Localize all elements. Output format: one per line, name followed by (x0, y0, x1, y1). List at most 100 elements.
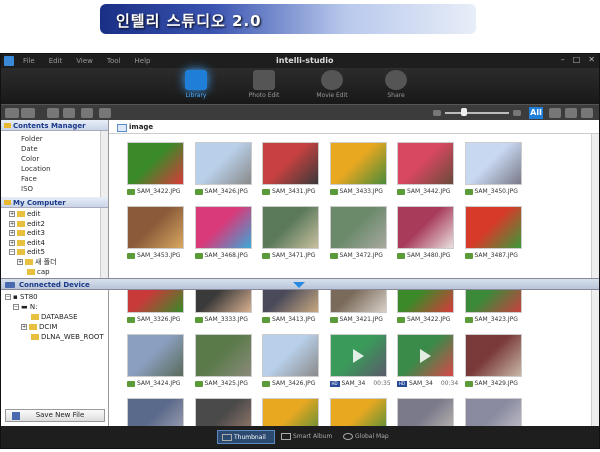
thumbnail-item[interactable] (121, 398, 189, 426)
tree-item[interactable]: − edit5 (9, 248, 108, 258)
thumbnail-item[interactable]: SAM_3468.JPG (189, 206, 257, 270)
photo-thumbnail[interactable] (329, 142, 387, 185)
tree-item[interactable]: − ▬ N: (5, 302, 108, 312)
cm-item-iso[interactable]: ISO (21, 184, 108, 194)
forward-icon[interactable] (21, 108, 35, 118)
mail-icon[interactable] (81, 108, 93, 118)
photo-thumbnail[interactable] (464, 398, 522, 426)
photo-thumbnail[interactable] (262, 334, 319, 377)
mode-photo-edit[interactable]: Photo Edit (241, 70, 287, 104)
save-new-file-button[interactable]: Save New File (5, 409, 105, 422)
thumbnail-item[interactable]: SAM_3429.JPG (459, 334, 527, 398)
collapse-icon[interactable]: − (9, 249, 15, 256)
scrollbar[interactable] (100, 131, 108, 197)
thumbnail-item[interactable]: HD SAM_34 00:34 (391, 334, 459, 398)
video-thumbnail[interactable] (329, 334, 387, 377)
cm-item-face[interactable]: Face (21, 174, 108, 184)
tree-item[interactable]: + 새 폴더 (9, 258, 108, 268)
menu-help[interactable]: Help (135, 57, 151, 65)
mode-library[interactable]: Library (173, 70, 219, 104)
mode-share[interactable]: Share (373, 70, 419, 104)
thumbnail-item[interactable] (391, 398, 459, 426)
thumbnail-item[interactable]: SAM_3472.JPG (324, 206, 392, 270)
photo-thumbnail[interactable] (127, 206, 184, 249)
contents-manager-header[interactable]: Contents Manager (1, 120, 108, 131)
thumbnail-item[interactable]: SAM_3450.JPG (459, 142, 527, 206)
filter-audio-icon[interactable] (581, 108, 593, 118)
person-icon[interactable] (99, 108, 111, 118)
play-icon[interactable] (352, 349, 364, 363)
thumbnail-item[interactable]: SAM_3487.JPG (459, 206, 527, 270)
photo-thumbnail[interactable] (464, 206, 522, 249)
photo-thumbnail[interactable] (194, 398, 252, 426)
photo-thumbnail[interactable] (397, 398, 454, 426)
photo-thumbnail[interactable] (194, 290, 252, 313)
photo-thumbnail[interactable] (464, 142, 522, 185)
thumbnail-item[interactable]: SAM_3453.JPG (121, 206, 189, 270)
photo-thumbnail[interactable] (127, 142, 184, 185)
thumbnail-item[interactable] (324, 398, 392, 426)
thumbnail-item[interactable]: SAM_3480.JPG (391, 206, 459, 270)
tab-smart-album[interactable]: Smart Album (277, 430, 337, 444)
photo-thumbnail[interactable] (194, 206, 252, 249)
zoom-slider-handle[interactable] (461, 108, 467, 116)
minimize-icon[interactable]: – (561, 55, 565, 64)
photo-thumbnail[interactable] (397, 290, 454, 313)
thumbnail-item[interactable]: SAM_3422.JPG (391, 290, 459, 334)
photo-thumbnail[interactable] (397, 206, 454, 249)
photo-thumbnail[interactable] (194, 334, 252, 377)
expand-icon[interactable]: + (9, 220, 15, 227)
mode-movie-edit[interactable]: Movie Edit (309, 70, 355, 104)
expand-icon[interactable]: + (21, 324, 27, 330)
expand-icon[interactable]: + (9, 230, 15, 237)
photo-thumbnail[interactable] (329, 290, 387, 313)
photo-thumbnail[interactable] (127, 398, 184, 426)
collapse-icon[interactable]: − (5, 294, 11, 300)
thumbnail-item[interactable] (256, 398, 324, 426)
menu-view[interactable]: View (76, 57, 93, 65)
zoom-out-icon[interactable] (433, 110, 441, 116)
thumbnail-item[interactable]: SAM_3424.JPG (121, 334, 189, 398)
zoom-in-icon[interactable] (513, 110, 521, 116)
back-icon[interactable] (5, 108, 19, 118)
photo-thumbnail[interactable] (262, 290, 319, 313)
tree-item[interactable]: DATABASE (5, 312, 108, 322)
tree-item[interactable]: + edit2 (9, 220, 108, 230)
menu-tool[interactable]: Tool (107, 57, 121, 65)
scrollbar[interactable] (591, 134, 599, 278)
connected-device-bar[interactable]: Connected Device (1, 278, 599, 290)
tab-global-map[interactable]: Global Map (339, 430, 395, 444)
tree-item[interactable]: + edit3 (9, 229, 108, 239)
expand-icon[interactable]: + (9, 239, 15, 246)
zoom-slider[interactable] (445, 112, 509, 114)
tree-item[interactable]: + edit4 (9, 239, 108, 249)
thumbnail-item[interactable] (459, 398, 527, 426)
thumbnail-item[interactable] (189, 398, 257, 426)
expand-icon[interactable]: + (17, 258, 23, 265)
tree-item[interactable]: + edit (9, 210, 108, 220)
thumbnail-item[interactable]: SAM_3431.JPG (256, 142, 324, 206)
thumbnail-item[interactable]: SAM_3426.JPG (189, 142, 257, 206)
photo-thumbnail[interactable] (262, 398, 319, 426)
cm-item-folder[interactable]: Folder (21, 134, 108, 144)
photo-thumbnail[interactable] (329, 206, 387, 249)
photo-thumbnail[interactable] (397, 142, 454, 185)
filter-photo-icon[interactable] (565, 108, 577, 118)
thumbnail-item[interactable]: SAM_3471.JPG (256, 206, 324, 270)
thumbnail-item[interactable]: SAM_3425.JPG (189, 334, 257, 398)
filter-all-button[interactable]: All (529, 107, 543, 119)
maximize-icon[interactable]: □ (573, 55, 581, 64)
cm-item-location[interactable]: Location (21, 164, 108, 174)
close-icon[interactable]: ✕ (588, 55, 595, 64)
tree-item[interactable]: cap (9, 268, 108, 278)
thumbnail-item[interactable]: SAM_3423.JPG (459, 290, 527, 334)
photo-thumbnail[interactable] (127, 334, 184, 377)
photo-thumbnail[interactable] (329, 398, 387, 426)
filter-video-icon[interactable] (549, 108, 561, 118)
thumbnail-item[interactable]: HD SAM_34 00:35 (324, 334, 392, 398)
collapse-icon[interactable]: − (13, 304, 19, 310)
thumbnail-item[interactable]: SAM_3413.JPG (256, 290, 324, 334)
tree-item[interactable]: − ▪ ST80 (5, 292, 108, 302)
video-thumbnail[interactable] (397, 334, 454, 377)
tab-thumbnail[interactable]: Thumbnail (217, 430, 275, 444)
